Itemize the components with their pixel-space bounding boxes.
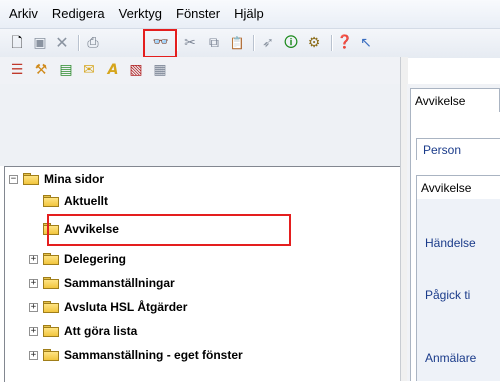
mail-icon[interactable]: ✉ xyxy=(80,61,98,79)
new-document-icon[interactable]: 🗋 xyxy=(8,34,26,52)
tree-root-mina-sidor[interactable]: Mina sidor xyxy=(23,169,104,189)
folder-icon xyxy=(43,277,59,289)
help-circle-icon[interactable]: ❓ xyxy=(336,34,354,52)
expand-icon[interactable]: + xyxy=(29,255,38,264)
folder-icon xyxy=(23,173,39,185)
expand-icon[interactable]: + xyxy=(29,327,38,336)
tree-label: Delegering xyxy=(64,252,127,266)
tree-item-avsluta-hsl[interactable]: Avsluta HSL Åtgärder xyxy=(43,297,187,317)
report-icon[interactable]: ▧ xyxy=(127,61,145,79)
module-toolbar: ☰ ⚒ ▤ ✉ A ▧ ▦ xyxy=(0,57,400,84)
search-button-highlight xyxy=(143,29,177,58)
field-label-anmalare: Anmälare xyxy=(425,351,477,365)
menu-fonster[interactable]: Fönster xyxy=(170,0,228,28)
navigation-tree[interactable]: − Mina sidor Aktuellt Avvikelse + Delege… xyxy=(4,166,401,382)
tree-item-sammanstallning-eget-fonster[interactable]: Sammanställning - eget fönster xyxy=(43,345,243,365)
tool-icon[interactable]: ⚙ xyxy=(305,34,323,52)
delete-icon[interactable]: ✕ xyxy=(53,34,71,52)
menu-redigera[interactable]: Redigera xyxy=(46,0,113,28)
monitor-icon[interactable]: ▤ xyxy=(57,61,75,79)
folder-icon xyxy=(43,253,59,265)
copy-icon[interactable]: ⧉ xyxy=(205,34,223,52)
print-icon[interactable]: ⎙ xyxy=(84,34,102,52)
avvikelse-highlight xyxy=(47,214,291,246)
font-icon[interactable]: A xyxy=(104,61,122,79)
tree-label: Mina sidor xyxy=(44,172,105,186)
cut-icon[interactable]: ✂ xyxy=(181,34,199,52)
tree-item-aktuellt[interactable]: Aktuellt xyxy=(43,191,108,211)
tree-label: Sammanställning - eget fönster xyxy=(64,348,243,362)
pin-icon[interactable]: ➶ xyxy=(259,34,277,52)
menu-arkiv[interactable]: Arkiv xyxy=(0,0,46,28)
folder-icon xyxy=(43,349,59,361)
list-icon[interactable]: ☰ xyxy=(8,61,26,79)
menu-bar: Arkiv Redigera Verktyg Fönster Hjälp xyxy=(0,0,500,28)
tree-item-sammanstallningar[interactable]: Sammanställningar xyxy=(43,273,175,293)
folder-icon xyxy=(43,195,59,207)
toolbar-separator xyxy=(78,35,79,51)
tree-label: Aktuellt xyxy=(64,194,109,208)
tab-person[interactable]: Person xyxy=(416,138,500,160)
tree-label: Sammanställningar xyxy=(64,276,175,290)
field-label-pagick: Pågick ti xyxy=(425,288,471,302)
calendar-icon[interactable]: ▦ xyxy=(151,61,169,79)
menu-hjalp[interactable]: Hjälp xyxy=(228,0,272,28)
left-panel-empty-area xyxy=(0,84,400,166)
folder-icon xyxy=(43,301,59,313)
paste-icon[interactable]: 📋 xyxy=(228,34,246,52)
tools-icon[interactable]: ⚒ xyxy=(32,61,50,79)
toolbar-separator xyxy=(253,35,254,51)
folder-icon xyxy=(43,325,59,337)
field-label-handelse: Händelse xyxy=(425,236,476,250)
expand-icon[interactable]: + xyxy=(29,303,38,312)
tree-item-delegering[interactable]: Delegering xyxy=(43,249,126,269)
info-icon[interactable]: 🛈 xyxy=(282,34,300,52)
expand-icon[interactable]: + xyxy=(29,279,38,288)
main-toolbar: 🗋 ▣ ✕ ⎙ 👓 ✂ ⧉ 📋 ➶ 🛈 ⚙ ❓ ↖ xyxy=(0,28,500,58)
tab-avvikelse[interactable]: Avvikelse xyxy=(410,88,500,112)
tab-avvikelse-inner[interactable]: Avvikelse xyxy=(416,175,500,199)
expand-icon[interactable]: + xyxy=(29,351,38,360)
save-icon[interactable]: ▣ xyxy=(31,34,49,52)
pointer-help-icon[interactable]: ↖ xyxy=(357,34,375,52)
menu-verktyg[interactable]: Verktyg xyxy=(113,0,170,28)
tree-label: Avsluta HSL Åtgärder xyxy=(64,300,188,314)
tree-label: Att göra lista xyxy=(64,324,138,338)
toolbar-separator xyxy=(331,35,332,51)
tree-item-att-gora-lista[interactable]: Att göra lista xyxy=(43,321,137,341)
collapse-icon[interactable]: − xyxy=(9,175,18,184)
